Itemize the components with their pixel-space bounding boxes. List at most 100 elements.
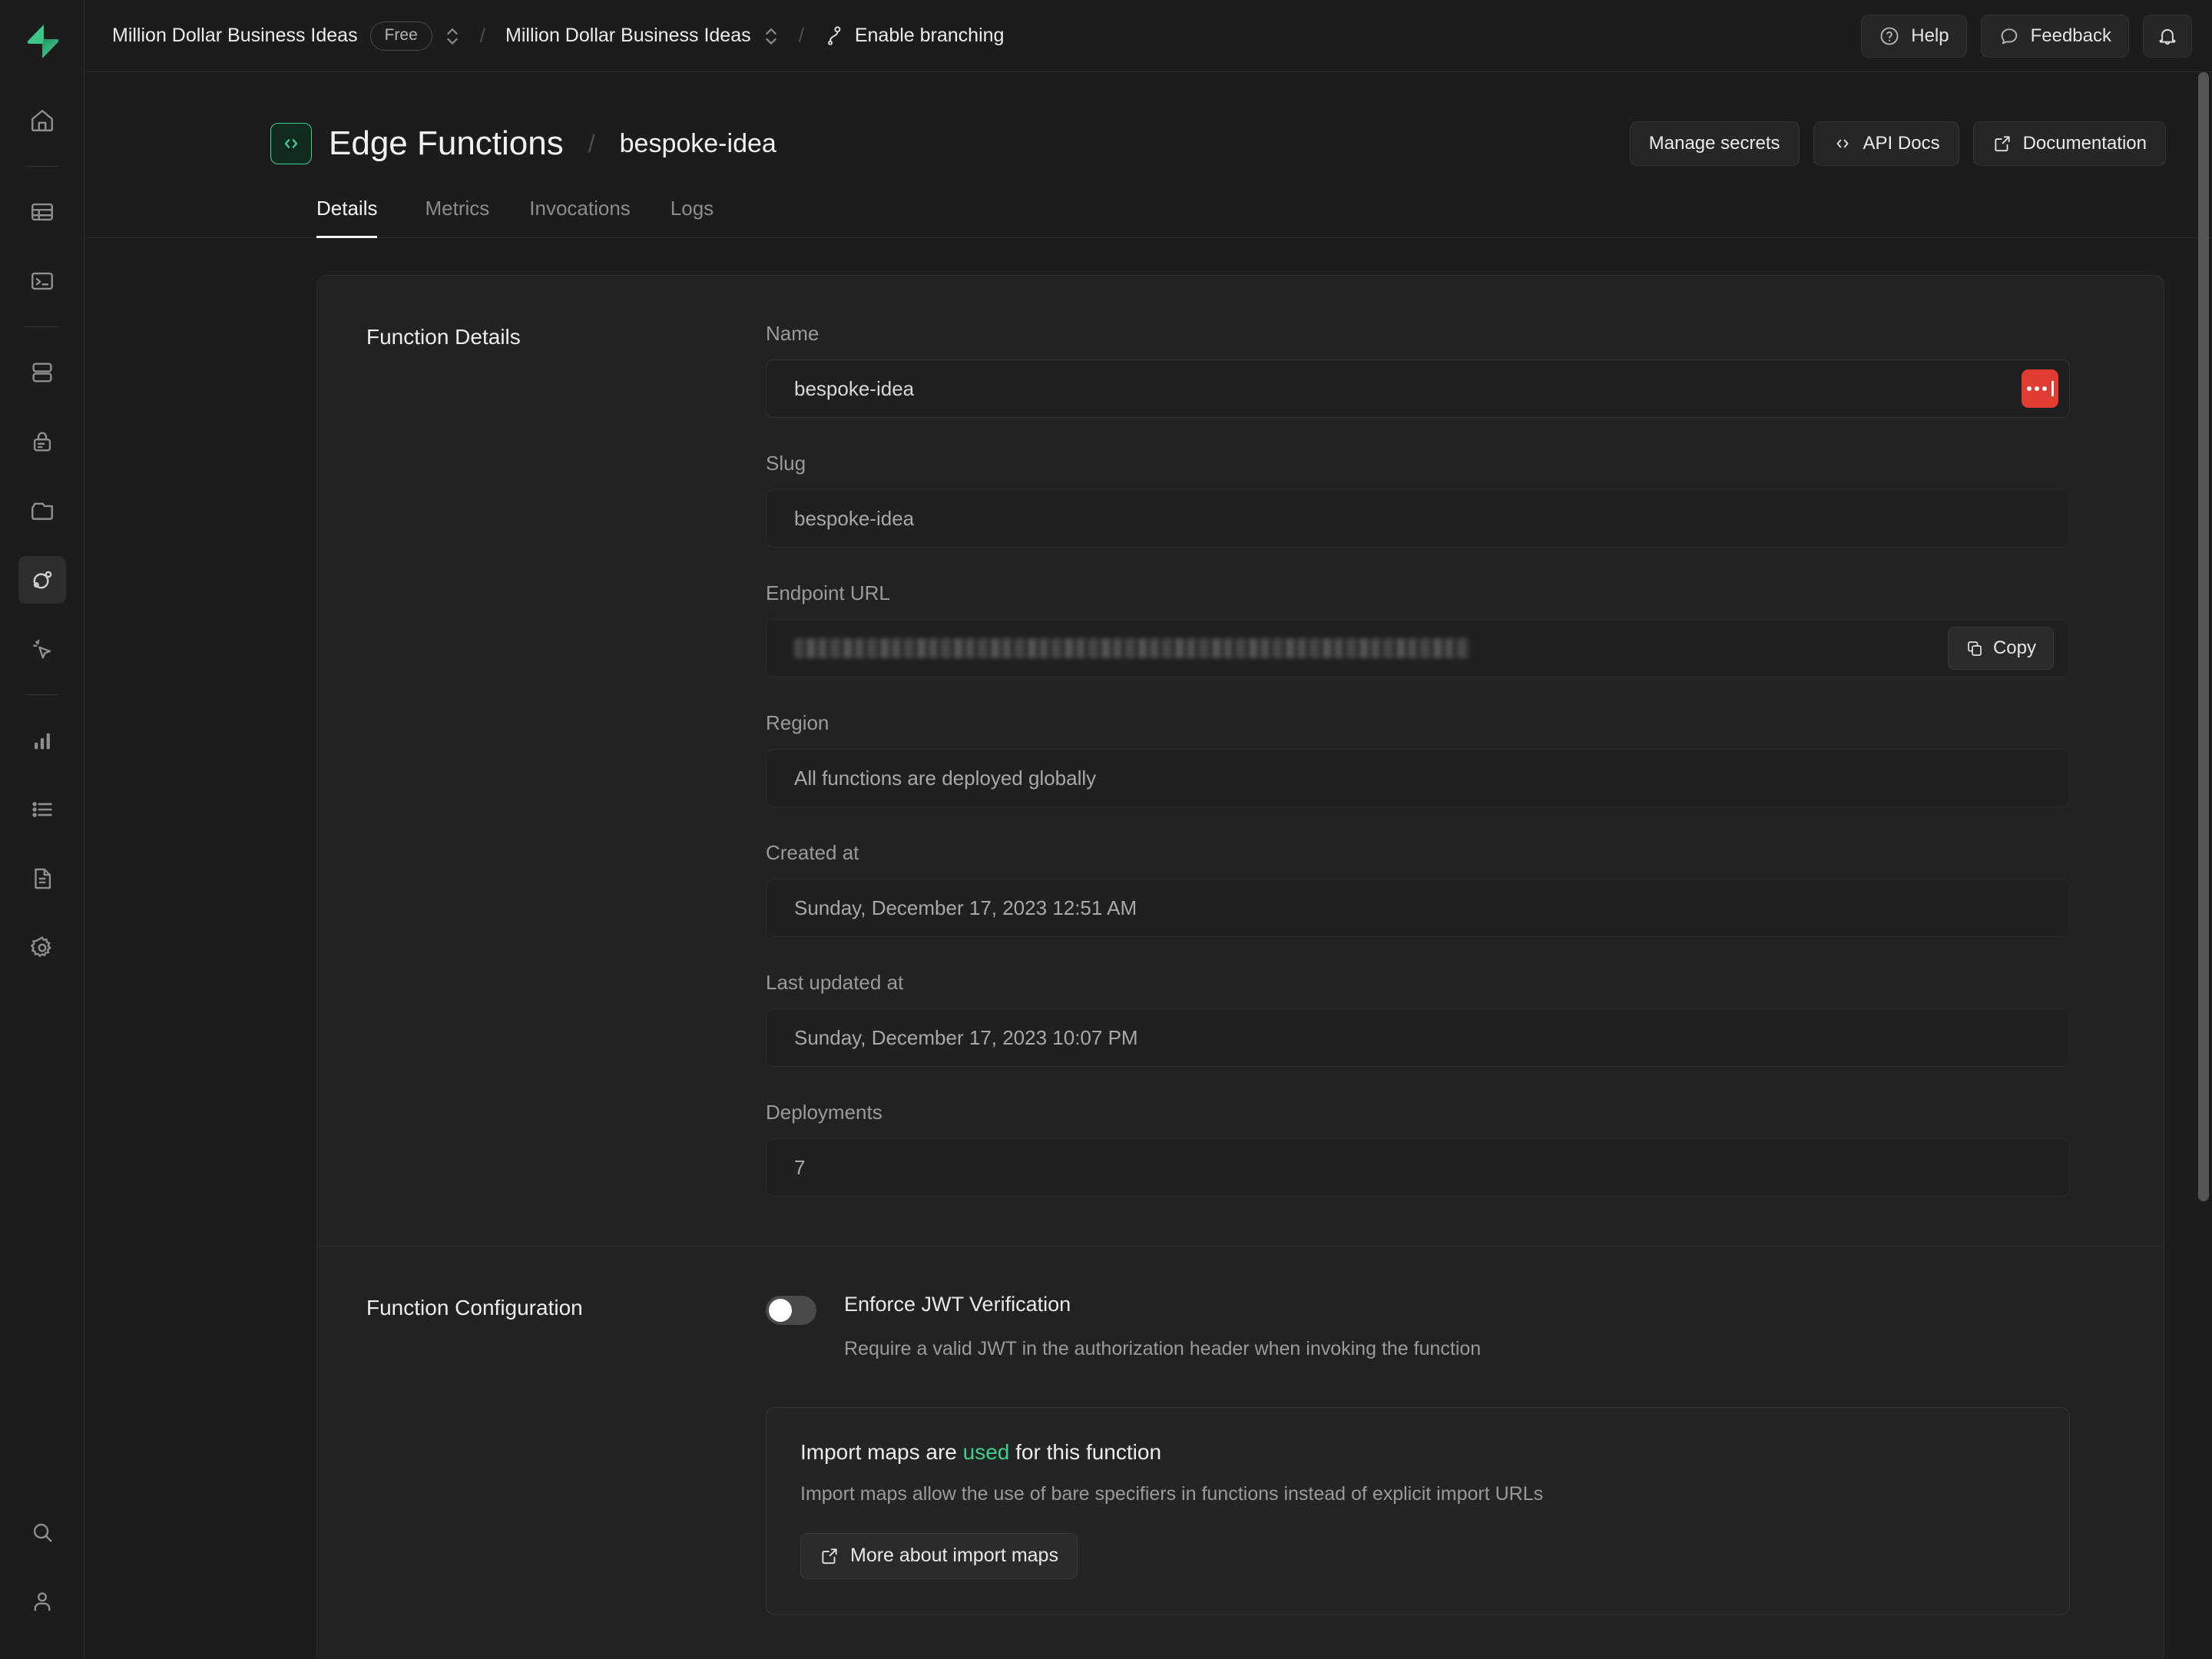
main-area: Million Dollar Business Ideas Free / Mil… [84,0,2212,1659]
code-brackets-icon [270,123,312,164]
field-name: Name bespoke-idea [766,322,2070,418]
field-name-label: Name [766,322,2070,346]
deployments-input: 7 [766,1138,2070,1197]
function-details-fields: Name bespoke-idea Slug bespoke-idea [766,322,2118,1197]
tab-details[interactable]: Details [316,197,405,237]
plan-badge[interactable]: Free [370,22,432,51]
page-header-actions: Manage secrets API Docs Documentation [1630,121,2166,166]
created-at-input: Sunday, December 17, 2023 12:51 AM [766,879,2070,937]
toggle-knob [769,1299,792,1322]
sidebar-item-account[interactable] [18,1578,66,1625]
folder-icon [29,498,55,524]
breadcrumb-org[interactable]: Million Dollar Business Ideas [112,25,358,47]
created-at-value: Sunday, December 17, 2023 12:51 AM [794,896,2054,920]
sidebar-item-reports[interactable] [18,717,66,764]
field-updated-at-label: Last updated at [766,971,2070,995]
import-maps-used-highlight: used [963,1440,1010,1464]
chat-bubble-icon [1998,25,2020,47]
function-card: Function Details Name bespoke-idea Sl [316,275,2164,1659]
enforce-jwt-title: Enforce JWT Verification [844,1293,1481,1316]
slug-input: bespoke-idea [766,489,2070,548]
copy-endpoint-button[interactable]: Copy [1948,627,2054,670]
app-root: Million Dollar Business Ideas Free / Mil… [0,0,2212,1659]
tab-logs[interactable]: Logs [651,197,733,237]
field-slug-label: Slug [766,452,2070,475]
field-region-label: Region [766,711,2070,735]
git-branch-icon [824,25,844,48]
field-deployments-label: Deployments [766,1101,2070,1124]
table-icon [29,199,55,225]
org-switcher-chevron-updown-icon[interactable] [445,24,460,48]
enforce-jwt-text: Enforce JWT Verification Require a valid… [844,1293,1481,1363]
external-link-icon [1992,134,2012,154]
more-about-import-maps-label: More about import maps [850,1545,1058,1567]
manage-secrets-button[interactable]: Manage secrets [1630,121,1800,166]
field-created-at: Created at Sunday, December 17, 2023 12:… [766,841,2070,937]
page-header: Edge Functions / bespoke-idea Manage sec… [84,72,2212,166]
page-scroll-area: Edge Functions / bespoke-idea Manage sec… [84,72,2212,1659]
name-input[interactable]: bespoke-idea [766,359,2070,418]
field-updated-at: Last updated at Sunday, December 17, 202… [766,971,2070,1067]
sidebar-item-logs[interactable] [18,786,66,833]
endpoint-url-redacted-value [794,638,1470,658]
sidebar-item-table-editor[interactable] [18,188,66,236]
sidebar-item-sql-editor[interactable] [18,257,66,305]
database-icon [29,359,55,386]
more-about-import-maps-button[interactable]: More about import maps [800,1533,1078,1579]
documentation-button[interactable]: Documentation [1973,121,2166,166]
code-brackets-icon [1833,134,1853,154]
typing-indicator-badge [2022,369,2058,408]
sidebar-item-authentication[interactable] [18,418,66,465]
function-details-label: Function Details [366,322,766,1197]
sidebar-divider [25,326,59,327]
enforce-jwt-verification-toggle[interactable] [766,1296,816,1325]
external-link-icon [820,1546,839,1566]
field-region: Region All functions are deployed global… [766,711,2070,807]
notifications-button[interactable] [2143,15,2192,58]
rail-bottom-group [18,1498,66,1659]
api-docs-label: API Docs [1863,133,1940,154]
search-icon [29,1519,55,1545]
feedback-button[interactable]: Feedback [1981,15,2129,58]
help-button[interactable]: Help [1861,15,1966,58]
api-docs-button[interactable]: API Docs [1813,121,1959,166]
sidebar-rail [0,0,84,1659]
sidebar-item-database[interactable] [18,349,66,396]
sidebar-divider [25,166,59,167]
feedback-label: Feedback [2031,25,2111,47]
manage-secrets-label: Manage secrets [1649,133,1780,154]
tab-metrics[interactable]: Metrics [405,197,509,237]
sidebar-item-edge-functions[interactable] [18,556,66,604]
field-endpoint-url: Endpoint URL Copy [766,581,2070,677]
function-details-section: Function Details Name bespoke-idea Sl [317,276,2164,1246]
import-maps-description: Import maps allow the use of bare specif… [800,1483,2035,1505]
help-label: Help [1911,25,1949,47]
breadcrumb-separator-2: / [799,24,804,48]
terminal-icon [29,268,55,294]
vertical-scrollbar[interactable] [2198,72,2209,1201]
deployments-value: 7 [794,1156,2054,1180]
top-bar-actions: Help Feedback [1861,15,2192,58]
breadcrumb-project[interactable]: Million Dollar Business Ideas [505,25,751,47]
sidebar-item-api-docs[interactable] [18,855,66,902]
import-maps-notice: Import maps are used for this function I… [766,1407,2070,1615]
sidebar-item-realtime[interactable] [18,625,66,673]
bar-chart-icon [29,727,55,753]
sidebar-item-search[interactable] [18,1508,66,1556]
supabase-logo[interactable] [15,14,70,69]
field-created-at-label: Created at [766,841,2070,865]
tab-invocations[interactable]: Invocations [509,197,651,237]
sidebar-item-project-settings[interactable] [18,924,66,972]
breadcrumb-separator-1: / [480,24,485,48]
page-title: Edge Functions [329,124,564,163]
updated-at-value: Sunday, December 17, 2023 10:07 PM [794,1026,2054,1050]
sidebar-item-storage[interactable] [18,487,66,535]
sidebar-item-home[interactable] [18,97,66,144]
enforce-jwt-description: Require a valid JWT in the authorization… [844,1336,1481,1363]
documentation-label: Documentation [2023,133,2147,154]
endpoint-url-input: Copy [766,619,2070,677]
enable-branching-button[interactable]: Enable branching [824,25,1005,48]
project-switcher-chevron-updown-icon[interactable] [763,24,779,48]
import-maps-title: Import maps are used for this function [800,1440,2035,1465]
import-maps-title-before: Import maps are [800,1440,963,1464]
